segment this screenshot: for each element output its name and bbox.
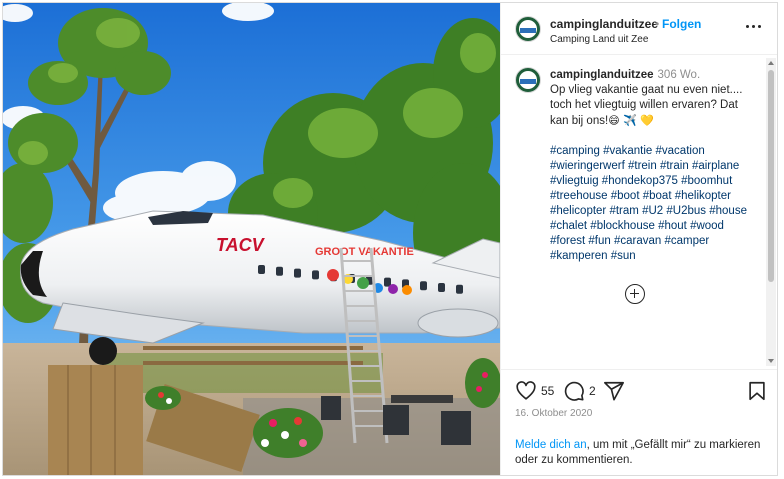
post-date: 16. Oktober 2020 <box>515 408 593 419</box>
caption-line-3: kan bij ons! <box>550 115 609 127</box>
hashtag-link[interactable]: #wieringerwerf <box>550 160 625 172</box>
airline-logo-text: TACV <box>216 235 266 255</box>
airplane-window <box>276 266 283 276</box>
hashtag-link[interactable]: #U2bus <box>666 205 706 217</box>
separator-dot: • <box>655 17 660 31</box>
airplane-camping-photo: TACV GROOT VAKANTIE <box>3 3 500 475</box>
hashtag-link[interactable]: #wood <box>690 220 724 232</box>
hashtag-link[interactable]: #forest <box>550 235 585 247</box>
hashtag-link[interactable]: #boot <box>611 190 640 202</box>
hashtag-link[interactable]: #train <box>660 160 689 172</box>
hashtag-link[interactable]: #vliegtuig <box>550 175 599 187</box>
hashtag-link[interactable]: #fun <box>588 235 610 247</box>
like-heart-icon[interactable] <box>515 380 537 402</box>
comment-count: 2 <box>589 384 596 398</box>
save-bookmark-icon[interactable] <box>746 380 768 402</box>
login-prompt: Melde dich an, um mit „Gefällt mir“ zu m… <box>515 438 770 468</box>
caption-line-1: Op vlieg vakantie gaat nu even niet.... <box>550 84 743 96</box>
hashtag-link[interactable]: #U2 <box>642 205 663 217</box>
header-username[interactable]: campinglanduitzee <box>550 17 658 31</box>
caption-emojis: 😄 ✈️ 💛 <box>608 114 655 127</box>
load-more-comments-icon[interactable] <box>625 284 645 304</box>
airplane-window <box>258 265 265 274</box>
hashtag-list: #camping #vakantie #vacation #wieringerw… <box>550 144 762 264</box>
caption-avatar[interactable] <box>515 67 541 93</box>
hashtag-link[interactable]: #hondekop375 <box>602 175 678 187</box>
hashtag-link[interactable]: #house <box>709 205 747 217</box>
hashtag-link[interactable]: #treehouse <box>550 190 608 202</box>
hashtag-link[interactable]: #camping <box>550 145 600 157</box>
hashtag-link[interactable]: #helikopter <box>675 190 731 202</box>
scroll-down-arrow-icon[interactable] <box>768 359 774 363</box>
post-dialog: TACV GROOT VAKANTIE campinglanduitzee • … <box>2 2 778 476</box>
login-link[interactable]: Melde dich an <box>515 439 587 451</box>
post-side-panel: campinglanduitzee • Folgen Camping Land … <box>500 3 777 475</box>
like-count: 55 <box>541 384 555 398</box>
hashtag-link[interactable]: #sun <box>611 250 636 262</box>
caption-age: 306 Wo. <box>657 69 701 81</box>
airplane-window <box>312 270 319 280</box>
hashtag-link[interactable]: #helicopter <box>550 205 606 217</box>
airplane-window <box>420 281 427 291</box>
caption-line-2: toch het vliegtuig willen ervaren? Dat <box>550 99 738 111</box>
airplane-window <box>294 268 301 278</box>
profile-avatar[interactable] <box>515 16 541 42</box>
hashtag-link[interactable]: #vakantie <box>603 145 652 157</box>
post-actions: 55 2 16. Oktober 2020 Melde dich an, um … <box>501 369 777 469</box>
hashtag-link[interactable]: #boomhut <box>681 175 732 187</box>
hashtag-link[interactable]: #hout <box>658 220 687 232</box>
follow-button[interactable]: Folgen <box>662 17 701 31</box>
post-header: campinglanduitzee • Folgen Camping Land … <box>501 3 777 55</box>
hashtag-link[interactable]: #tram <box>609 205 638 217</box>
hashtag-link[interactable]: #kamperen <box>550 250 608 262</box>
more-options-icon[interactable] <box>745 19 763 35</box>
comments-area: campinglanduitzee 306 Wo. Op vlieg vakant… <box>501 56 777 368</box>
scroll-up-arrow-icon[interactable] <box>768 61 774 65</box>
hashtag-link[interactable]: #camper <box>664 235 709 247</box>
airplane-window <box>456 284 463 294</box>
hashtag-link[interactable]: #boat <box>643 190 672 202</box>
location-link[interactable]: Camping Land uit Zee <box>550 34 648 45</box>
hashtag-link[interactable]: #caravan <box>614 235 661 247</box>
caption: campinglanduitzee 306 Wo. Op vlieg vakant… <box>550 68 762 264</box>
share-paper-plane-icon[interactable] <box>603 380 625 402</box>
caption-username[interactable]: campinglanduitzee <box>550 69 654 81</box>
comments-scrollbar[interactable] <box>766 58 776 366</box>
hashtag-link[interactable]: #chalet <box>550 220 587 232</box>
tail-text: GROOT VAKANTIE <box>315 246 414 258</box>
airplane-window <box>438 283 445 292</box>
hashtag-link[interactable]: #vacation <box>656 145 705 157</box>
hashtag-link[interactable]: #blockhouse <box>590 220 655 232</box>
comment-bubble-icon[interactable] <box>563 380 585 402</box>
hashtag-link[interactable]: #trein <box>628 160 657 172</box>
post-photo[interactable]: TACV GROOT VAKANTIE <box>3 3 500 475</box>
scrollbar-thumb[interactable] <box>768 70 774 282</box>
hashtag-link[interactable]: #airplane <box>692 160 739 172</box>
